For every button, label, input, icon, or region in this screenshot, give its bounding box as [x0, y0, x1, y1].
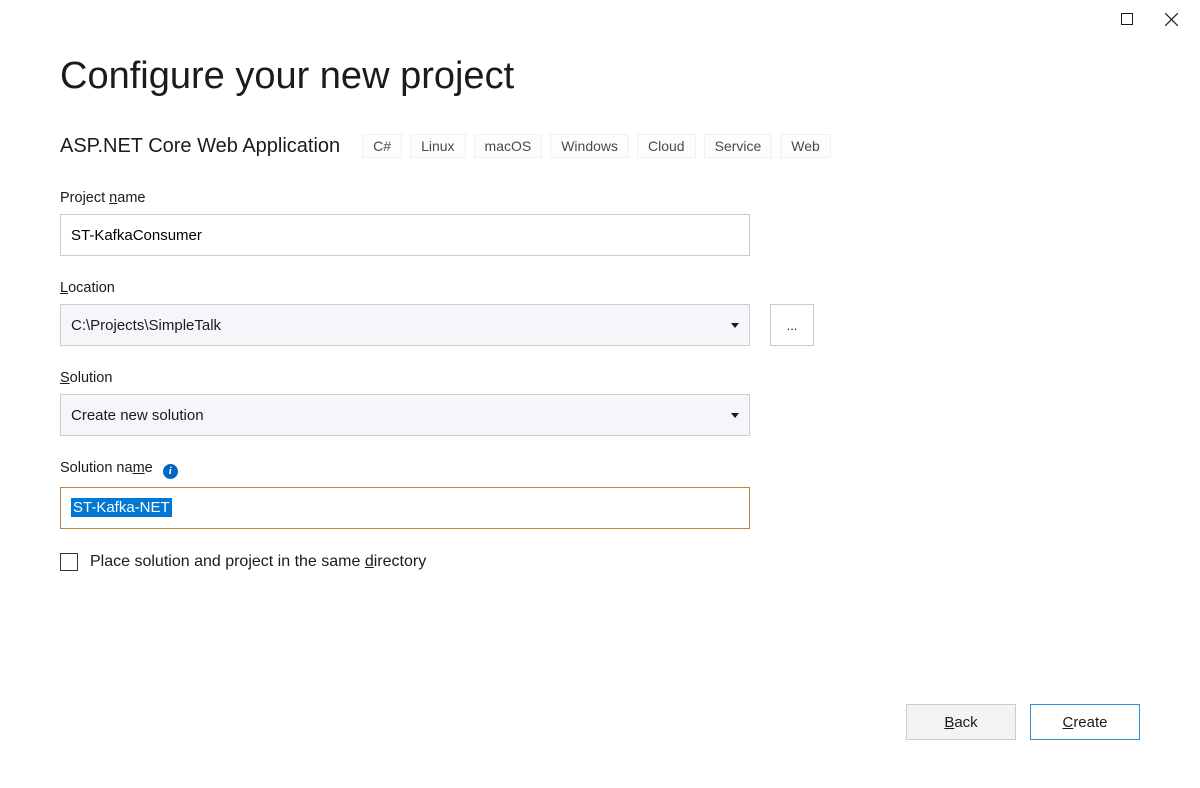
same-directory-label: Place solution and project in the same d… — [90, 553, 426, 571]
chevron-down-icon — [731, 323, 739, 328]
tag: Web — [780, 134, 831, 158]
same-directory-checkbox[interactable] — [60, 553, 78, 571]
location-value: C:\Projects\SimpleTalk — [71, 317, 221, 334]
solution-name-value: ST-Kafka-NET — [71, 498, 172, 517]
back-button[interactable]: Back — [906, 704, 1016, 740]
info-icon[interactable]: i — [163, 464, 178, 479]
maximize-icon[interactable] — [1120, 12, 1134, 26]
tag: macOS — [474, 134, 543, 158]
tag: C# — [362, 134, 402, 158]
chevron-down-icon — [731, 413, 739, 418]
tag: Linux — [410, 134, 465, 158]
tag: Cloud — [637, 134, 696, 158]
tag: Service — [704, 134, 773, 158]
template-tags: C# Linux macOS Windows Cloud Service Web — [362, 134, 831, 158]
solution-label: Solution — [60, 370, 1140, 386]
page-title: Configure your new project — [60, 55, 1140, 98]
create-button[interactable]: Create — [1030, 704, 1140, 740]
project-name-label: Project name — [60, 190, 1140, 206]
solution-dropdown[interactable]: Create new solution — [60, 394, 750, 436]
location-dropdown[interactable]: C:\Projects\SimpleTalk — [60, 304, 750, 346]
solution-value: Create new solution — [71, 407, 204, 424]
project-name-input[interactable] — [60, 214, 750, 256]
tag: Windows — [550, 134, 629, 158]
solution-name-input[interactable]: ST-Kafka-NET — [60, 487, 750, 529]
close-icon[interactable] — [1164, 12, 1178, 26]
solution-name-label: Solution name i — [60, 460, 1140, 479]
template-name: ASP.NET Core Web Application — [60, 135, 340, 158]
browse-button[interactable]: ... — [770, 304, 814, 346]
location-label: Location — [60, 280, 1140, 296]
